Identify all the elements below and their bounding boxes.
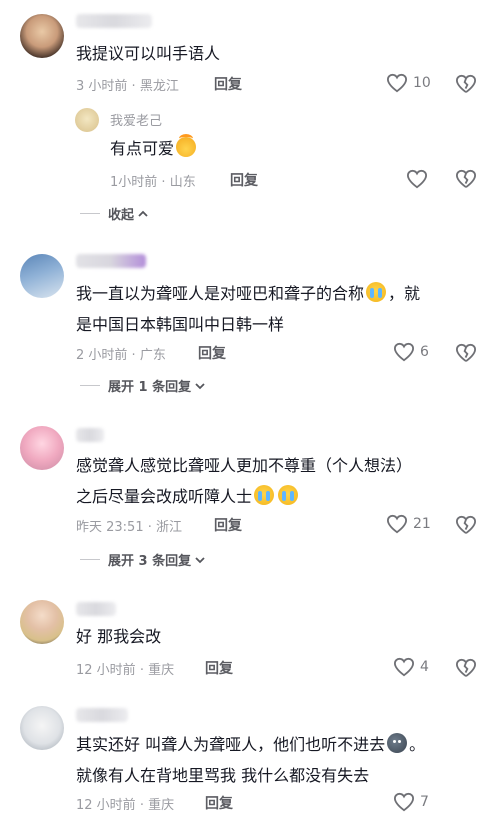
- like-count: 21: [413, 516, 431, 532]
- avatar[interactable]: [20, 14, 64, 58]
- reply-button[interactable]: 回复: [205, 658, 233, 678]
- like-count: 6: [420, 344, 429, 360]
- like-button[interactable]: 4: [393, 657, 429, 677]
- comment-author[interactable]: [76, 602, 116, 616]
- comment-item: 我一直以为聋哑人是对哑巴和聋子的合称 ，就 是中国日本韩国叫中日韩一样 2 小时前…: [0, 240, 497, 400]
- cute-face-emoji: [176, 134, 197, 157]
- avatar[interactable]: [20, 600, 64, 644]
- comment-location: 广东: [139, 348, 166, 363]
- like-button[interactable]: 21: [386, 514, 431, 534]
- comment-item: 其实还好 叫聋人为聋哑人，他们也听不进去。 就像有人在背地里骂我 我什么都没有失…: [0, 694, 497, 813]
- reply-button[interactable]: 回复: [214, 515, 242, 535]
- like-button[interactable]: 6: [393, 342, 429, 362]
- chevron-down-icon: [195, 382, 205, 389]
- comment-author[interactable]: [76, 254, 146, 268]
- like-count: 10: [413, 75, 431, 91]
- comment-meta: 12 小时前 · 重庆: [76, 663, 175, 678]
- comment-meta: 3 小时前 · 黑龙江: [76, 79, 179, 94]
- like-count: 7: [420, 794, 429, 810]
- dark-face-emoji: [387, 733, 408, 753]
- comment-text[interactable]: 好 那我会改: [76, 621, 161, 652]
- comment-meta: 昨天 23:51 · 浙江: [76, 520, 183, 535]
- heart-outline-icon: [393, 342, 415, 362]
- broken-heart-icon[interactable]: [455, 343, 477, 363]
- broken-heart-icon[interactable]: [455, 169, 477, 189]
- comment-time: 12 小时前: [76, 798, 136, 813]
- heart-outline-icon[interactable]: [406, 169, 428, 189]
- comment-text-line2[interactable]: 是中国日本韩国叫中日韩一样: [76, 309, 284, 340]
- reply-button[interactable]: 回复: [214, 74, 242, 94]
- heart-outline-icon: [393, 657, 415, 677]
- chevron-down-icon: [195, 556, 205, 563]
- avatar[interactable]: [20, 706, 64, 750]
- comment-meta: 2 小时前 · 广东: [76, 348, 166, 363]
- reply-author[interactable]: 我爱老己: [110, 110, 162, 129]
- comment-author[interactable]: [76, 428, 104, 442]
- comment-location: 黑龙江: [139, 79, 179, 94]
- avatar[interactable]: [75, 108, 99, 132]
- comment-item: 好 那我会改 12 小时前 · 重庆 回复 4: [0, 588, 497, 688]
- collapse-replies-button[interactable]: 收起: [80, 204, 149, 223]
- reply-location: 山东: [169, 175, 196, 190]
- heart-outline-icon: [393, 792, 415, 812]
- reply-meta: 1小时前 · 山东: [110, 175, 196, 190]
- like-button[interactable]: 10: [386, 73, 431, 93]
- comment-location: 浙江: [156, 520, 183, 535]
- reply-button[interactable]: 回复: [198, 343, 226, 363]
- comment-text[interactable]: 其实还好 叫聋人为聋哑人，他们也听不进去。: [76, 729, 425, 760]
- broken-heart-icon[interactable]: [455, 658, 477, 678]
- avatar[interactable]: [20, 254, 64, 298]
- comment-text[interactable]: 我提议可以叫手语人: [76, 38, 220, 69]
- reply-button[interactable]: 回复: [205, 793, 233, 813]
- like-count: 4: [420, 659, 429, 675]
- broken-heart-icon[interactable]: [455, 515, 477, 535]
- reply-text[interactable]: 有点可爱: [110, 133, 198, 164]
- comment-item: 感觉聋人感觉比聋哑人更加不尊重（个人想法） 之后尽量会改成听障人士 昨天 23:…: [0, 412, 497, 577]
- heart-outline-icon: [386, 514, 408, 534]
- expand-replies-button[interactable]: 展开 3 条回复: [80, 550, 206, 569]
- comment-author[interactable]: [76, 14, 152, 28]
- comment-text-line2[interactable]: 之后尽量会改成听障人士: [76, 481, 300, 512]
- comment-time: 2 小时前: [76, 348, 128, 363]
- comment-meta: 12 小时前 · 重庆: [76, 798, 175, 813]
- comment-author[interactable]: [76, 708, 128, 722]
- avatar[interactable]: [20, 426, 64, 470]
- comment-time: 12 小时前: [76, 663, 136, 678]
- crying-face-emoji: [278, 485, 299, 505]
- like-button[interactable]: 7: [393, 792, 429, 812]
- crying-face-emoji: [254, 485, 275, 505]
- chevron-up-icon: [138, 210, 148, 217]
- comment-time: 昨天 23:51: [76, 520, 144, 535]
- heart-outline-icon: [386, 73, 408, 93]
- comment-location: 重庆: [148, 798, 175, 813]
- comment-item: 我提议可以叫手语人 3 小时前 · 黑龙江 回复 10 我爱老己 有点可爱 1小…: [0, 0, 497, 230]
- comment-text-line2[interactable]: 就像有人在背地里骂我 我什么都没有失去: [76, 760, 369, 791]
- expand-replies-button[interactable]: 展开 1 条回复: [80, 376, 206, 395]
- reply-button[interactable]: 回复: [230, 170, 258, 190]
- broken-heart-icon[interactable]: [455, 74, 477, 94]
- comment-text[interactable]: 感觉聋人感觉比聋哑人更加不尊重（个人想法）: [76, 450, 412, 481]
- comment-time: 3 小时前: [76, 79, 128, 94]
- comment-text[interactable]: 我一直以为聋哑人是对哑巴和聋子的合称 ，就: [76, 278, 420, 309]
- crying-face-emoji: [366, 282, 387, 302]
- reply-time: 1小时前: [110, 175, 158, 190]
- comment-location: 重庆: [148, 663, 175, 678]
